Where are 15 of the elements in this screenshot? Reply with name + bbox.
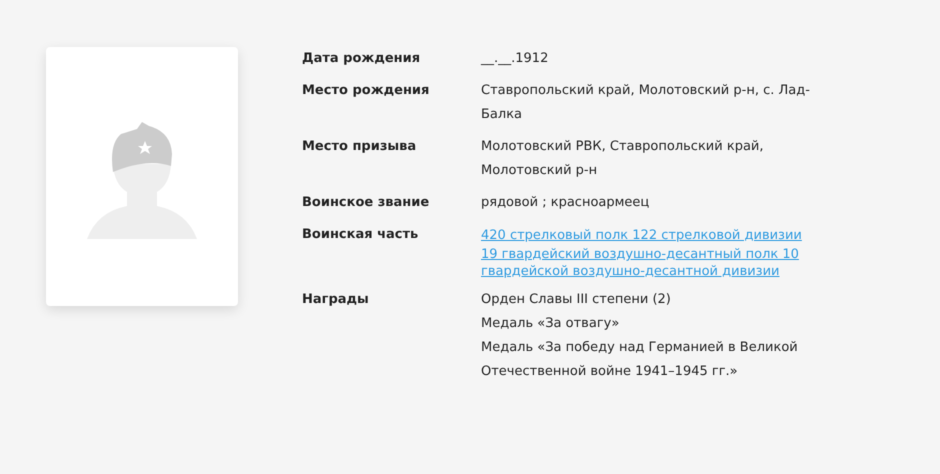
field-value: __.__.1912 [481,50,550,68]
field-value: Медаль «За отвагу» [481,315,620,333]
field-label: Воинская часть [302,226,420,244]
field-value: Молотовский РВК, Ставропольский край, Молотовский р-н [481,138,764,180]
field-label: Место призыва [302,138,418,156]
field-label: Воинское звание [302,194,430,212]
field-value: Орден Славы III степени (2) [481,291,672,309]
field-value: рядовой ; красноармеец [481,194,650,212]
field-value: Медаль «За победу над Германией в Великой Отечественной войне 1941–1945 гг.» [481,339,799,381]
field-label: Дата рождения [302,50,422,68]
unit-link[interactable]: 420 стрелковый полк 122 стрелковой дивизии [481,227,826,244]
field-label: Место рождения [302,82,430,100]
field-label: Награды [302,291,370,309]
field-value: Ставропольский край, Молотовский р-н, с. Лад-Балка [481,82,811,124]
unit-link[interactable]: 19 гвардейский воздушно-десантный полк 10 гвардейской воздушно-десантной дивизии [481,246,826,280]
